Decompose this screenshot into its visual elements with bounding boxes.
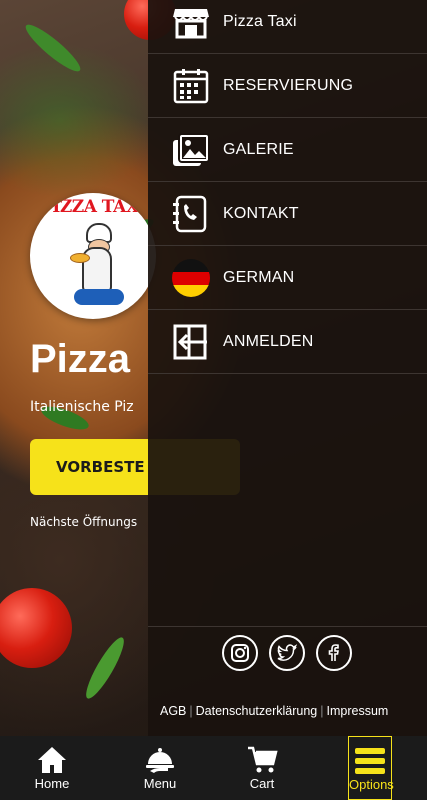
nav-menu[interactable]: Menu — [126, 736, 194, 800]
herb-decoration — [21, 19, 85, 77]
agb-link[interactable]: AGB — [160, 704, 186, 718]
pizza-icon — [70, 253, 90, 263]
drawer-item-galerie[interactable]: GALERIE — [148, 119, 427, 182]
separator: | — [320, 704, 324, 718]
opening-hours-text: Nächste Öffnungs — [30, 515, 138, 529]
drawer-item-pizza-taxi[interactable]: Pizza Taxi — [148, 0, 427, 54]
twitter-icon — [277, 644, 297, 661]
bottom-navigation: Home Menu Cart Options — [0, 736, 427, 800]
drawer-item-language[interactable]: GERMAN — [148, 247, 427, 310]
cloche-icon — [146, 748, 174, 773]
side-drawer: Pizza Taxi RESERVIERUNG GALERIE KONTAKT … — [148, 0, 427, 736]
restaurant-title: Pizza — [30, 337, 131, 381]
nav-home-label: Home — [34, 776, 70, 791]
facebook-button[interactable] — [316, 635, 352, 671]
herb-decoration — [80, 633, 130, 703]
imprint-link[interactable]: Impressum — [327, 704, 389, 718]
calendar-icon — [173, 69, 209, 104]
hamburger-icon — [355, 748, 385, 774]
contact-book-icon — [173, 195, 207, 233]
nav-cart[interactable]: Cart — [228, 736, 296, 800]
facebook-icon — [328, 644, 339, 661]
gallery-icon — [173, 133, 210, 166]
tomato-decoration — [0, 588, 72, 668]
drawer-item-label: ANMELDEN — [223, 333, 314, 350]
store-icon — [173, 9, 209, 39]
nav-options-label: Options — [349, 777, 394, 792]
privacy-link[interactable]: Datenschutzerklärung — [196, 704, 318, 718]
drawer-item-label: KONTAKT — [223, 205, 299, 222]
legal-links: AGB | Datenschutzerklärung | Impressum — [160, 704, 388, 718]
drawer-item-label: RESERVIERUNG — [223, 77, 354, 94]
logo-text: PIZZA TAXI — [40, 197, 146, 217]
cart-icon — [248, 746, 278, 773]
drawer-item-kontakt[interactable]: KONTAKT — [148, 183, 427, 246]
home-icon — [38, 747, 66, 773]
restaurant-logo: PIZZA TAXI — [30, 193, 156, 319]
nav-cart-label: Cart — [249, 776, 275, 791]
social-links — [148, 626, 427, 678]
drawer-item-reservierung[interactable]: RESERVIERUNG — [148, 55, 427, 118]
nav-options[interactable]: Options — [348, 736, 394, 800]
drawer-item-anmelden[interactable]: ANMELDEN — [148, 311, 427, 374]
twitter-button[interactable] — [269, 635, 305, 671]
german-flag-icon — [172, 259, 210, 297]
nav-home[interactable]: Home — [18, 736, 86, 800]
drawer-item-label: GERMAN — [223, 269, 295, 286]
instagram-button[interactable] — [222, 635, 258, 671]
instagram-icon — [231, 644, 249, 662]
restaurant-subtitle: Italienische Piz — [30, 399, 134, 415]
nav-menu-label: Menu — [143, 776, 177, 791]
scooter-icon — [74, 289, 124, 305]
login-icon — [173, 324, 207, 360]
drawer-item-label: GALERIE — [223, 141, 294, 158]
drawer-item-label: Pizza Taxi — [223, 13, 297, 30]
separator: | — [189, 704, 193, 718]
